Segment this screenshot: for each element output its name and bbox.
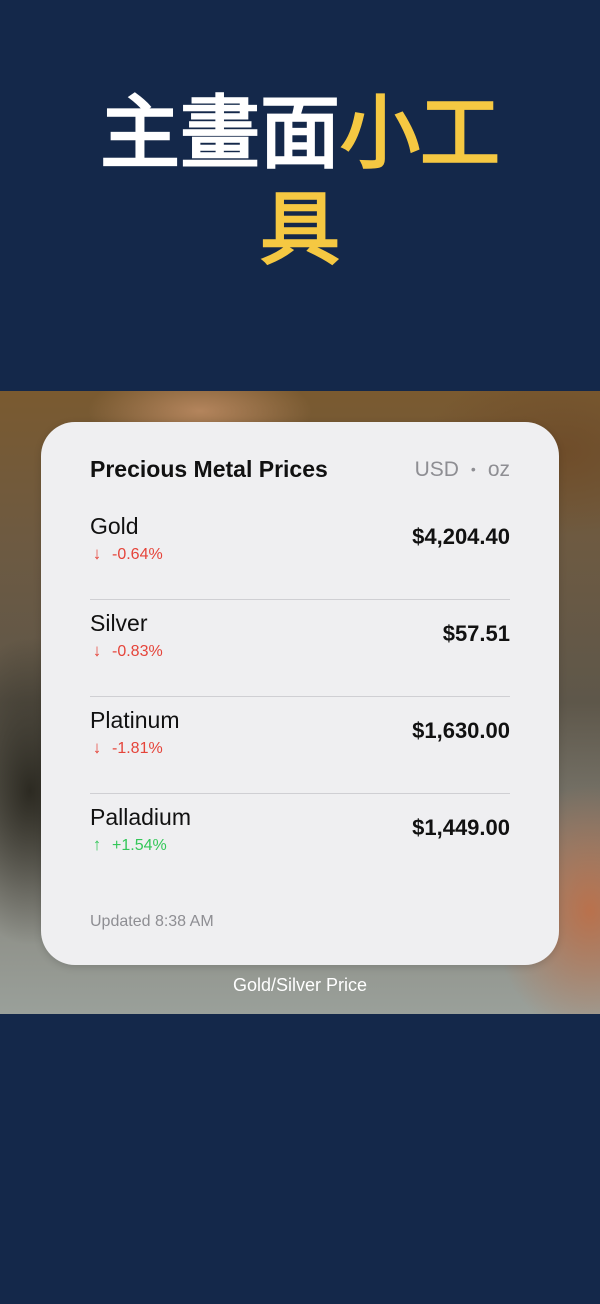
price-change: ↓ -1.81% [90, 738, 163, 759]
price-change: ↑ +1.54% [90, 835, 167, 856]
change-percent: -0.64% [112, 546, 163, 563]
metal-prices-widget[interactable]: Precious Metal Prices USD • oz Gold ↓ -0.64… [41, 422, 559, 965]
headline-white-text: 主畫面 [100, 87, 340, 180]
metal-price: $1,449.00 [412, 815, 510, 840]
widget-name-caption: Gold/Silver Price [232, 975, 368, 995]
change-percent: -1.81% [112, 740, 163, 757]
metal-list: Gold ↓ -0.64% $4,204.40 Silver ↓ -0.83% $5… [90, 503, 510, 890]
metal-price: $4,204.40 [412, 524, 510, 549]
headline-yellow-text-continued: 具 [260, 183, 340, 276]
metal-name: Palladium [90, 804, 191, 830]
metal-name: Silver [90, 610, 148, 636]
price-change: ↓ -0.83% [90, 641, 163, 662]
arrow-down-icon: ↓ [92, 738, 102, 757]
metal-row-platinum: Platinum ↓ -1.81% $1,630.00 [90, 697, 510, 794]
separator-dot: • [470, 461, 476, 477]
price-change: ↓ -0.64% [90, 544, 163, 565]
arrow-up-icon: ↑ [92, 835, 102, 854]
headline-yellow-text: 小工 [340, 87, 500, 180]
metal-row-gold: Gold ↓ -0.64% $4,204.40 [90, 503, 510, 600]
widget-header: Precious Metal Prices USD • oz [90, 454, 510, 484]
currency-label: USD [414, 458, 459, 481]
arrow-down-icon: ↓ [92, 544, 102, 563]
metal-name: Gold [90, 513, 139, 539]
metal-row-silver: Silver ↓ -0.83% $57.51 [90, 600, 510, 697]
widget-units: USD • oz [415, 454, 510, 485]
change-percent: +1.54% [112, 837, 167, 854]
metal-row-palladium: Palladium ↑ +1.54% $1,449.00 [90, 794, 510, 890]
widget-title: Precious Metal Prices [90, 456, 328, 482]
metal-price: $1,630.00 [412, 718, 510, 743]
metal-price: $57.51 [442, 621, 510, 646]
metal-name: Platinum [90, 707, 180, 733]
arrow-down-icon: ↓ [92, 641, 102, 660]
promo-headline: 主畫面小工 具 [0, 86, 600, 278]
change-percent: -0.83% [112, 643, 163, 660]
unit-label: oz [487, 458, 510, 481]
last-updated-time: Updated 8:38 AM [90, 913, 214, 930]
